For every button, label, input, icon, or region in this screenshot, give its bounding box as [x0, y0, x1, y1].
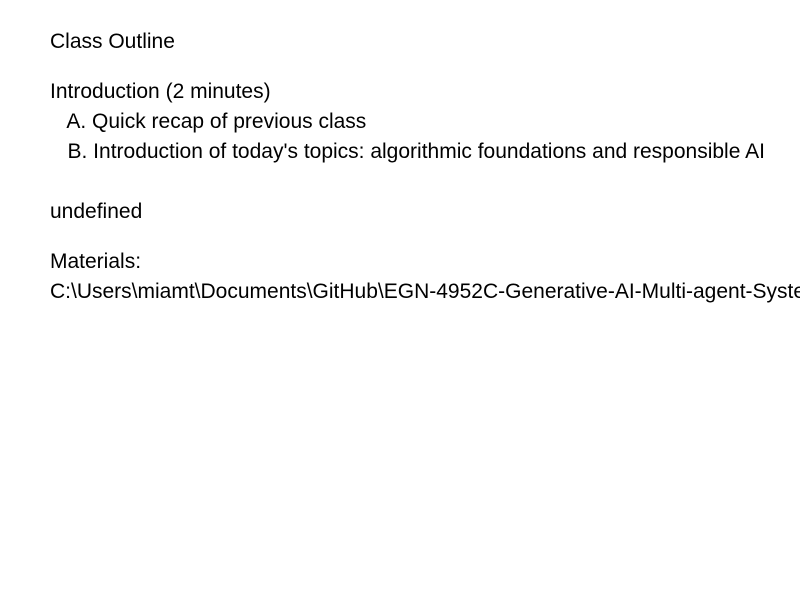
page-title: Class Outline — [50, 30, 175, 53]
outline-item-a: A. Quick recap of previous class — [50, 110, 367, 133]
outline-item-b: B. Introduction of today's topics: algor… — [50, 140, 765, 163]
undefined-text: undefined — [50, 200, 143, 223]
section-heading: Introduction (2 minutes) — [50, 80, 271, 103]
document-page: Class Outline Introduction (2 minutes) A… — [0, 0, 800, 600]
materials-path: C:\Users\miamt\Documents\GitHub\EGN-4952… — [50, 280, 800, 303]
materials-label: Materials: — [50, 250, 142, 273]
